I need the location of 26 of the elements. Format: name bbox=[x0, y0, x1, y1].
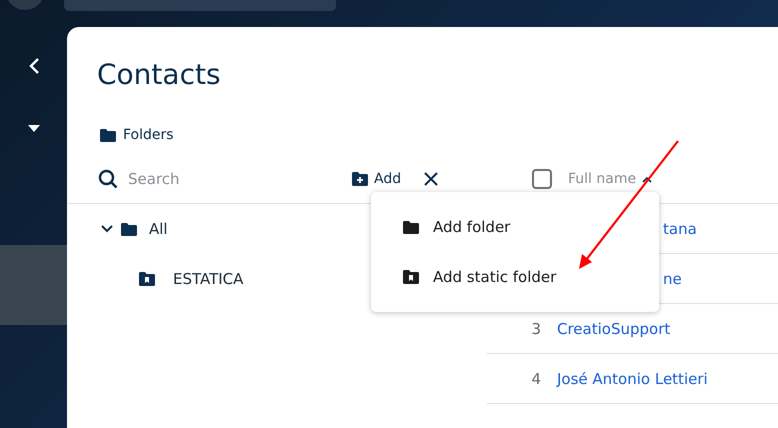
caret-down-icon[interactable] bbox=[28, 125, 40, 132]
row-number: 3 bbox=[530, 320, 541, 338]
bookmark-folder-icon bbox=[139, 272, 155, 286]
folder-icon bbox=[121, 222, 137, 236]
contact-link[interactable]: José Antonio Lettieri bbox=[557, 370, 708, 388]
tree-item[interactable]: All bbox=[149, 220, 168, 238]
tree-item[interactable]: ESTATICA bbox=[173, 270, 244, 288]
row-number: 4 bbox=[530, 370, 541, 388]
search-icon bbox=[98, 169, 118, 189]
bookmark-folder-icon bbox=[403, 270, 419, 284]
folder-plus-icon bbox=[352, 172, 368, 186]
folder-icon bbox=[403, 220, 419, 234]
menu-item[interactable]: Add folder bbox=[371, 202, 659, 252]
folder-icon bbox=[100, 128, 116, 142]
contact-link[interactable]: ne bbox=[663, 270, 682, 288]
page-title: Contacts bbox=[96, 57, 222, 93]
folders-label: Folders bbox=[123, 127, 174, 143]
contact-link[interactable]: CreatioSupport bbox=[557, 320, 670, 338]
menu-item[interactable]: Add static folder bbox=[371, 252, 659, 302]
chevron-left-icon[interactable] bbox=[28, 57, 40, 75]
add-button[interactable]: Add bbox=[352, 171, 402, 187]
contact-link[interactable]: tana bbox=[663, 220, 697, 238]
sort-chevron-icon[interactable] bbox=[642, 176, 652, 182]
chevron-down-icon[interactable] bbox=[101, 225, 113, 233]
select-all-checkbox[interactable] bbox=[532, 169, 552, 189]
close-icon[interactable] bbox=[424, 172, 438, 186]
